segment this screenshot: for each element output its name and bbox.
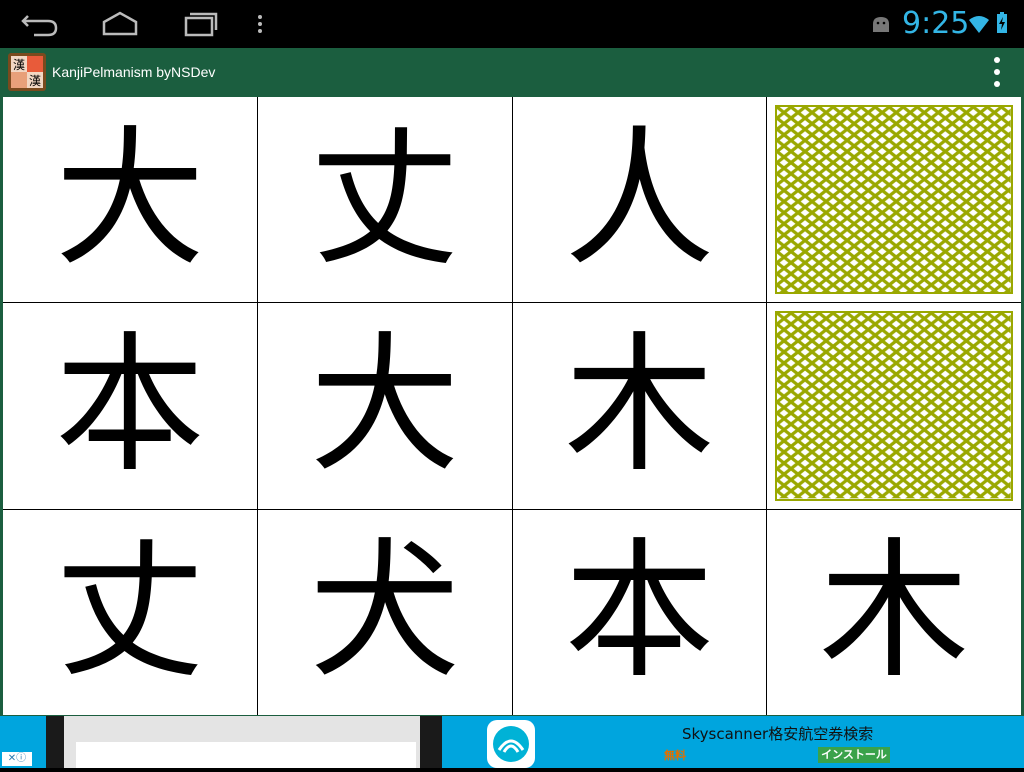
- app-logo-icon: 漢 漢: [8, 53, 46, 91]
- card-kanji: 大: [54, 112, 205, 287]
- ad-phone-screen-content: [76, 742, 416, 768]
- card[interactable]: 犬: [257, 509, 512, 715]
- card[interactable]: 本: [512, 509, 767, 715]
- card-kanji: 丈: [309, 112, 460, 287]
- wifi-icon: [968, 14, 990, 34]
- card[interactable]: 大: [257, 303, 512, 509]
- ad-choices-icon[interactable]: ✕ⓘ: [2, 752, 32, 766]
- card-kanji: 丈: [54, 525, 205, 700]
- menu-icon[interactable]: [246, 8, 286, 40]
- card-face-down[interactable]: [767, 303, 1021, 509]
- battery-icon: [996, 12, 1008, 34]
- overflow-menu-icon[interactable]: [984, 54, 1010, 90]
- card[interactable]: 本: [3, 303, 257, 509]
- card-kanji: 木: [564, 318, 715, 493]
- card[interactable]: 丈: [257, 97, 512, 303]
- android-icon: [870, 14, 892, 34]
- card[interactable]: 人: [512, 97, 767, 303]
- card-face-down[interactable]: [767, 97, 1021, 303]
- back-icon[interactable]: [20, 8, 60, 40]
- card-grid: 大 丈 人 本 大 木 丈 犬 本 木: [3, 97, 1021, 715]
- card-back-pattern: [775, 311, 1013, 501]
- card[interactable]: 丈: [3, 509, 257, 715]
- ad-title[interactable]: Skyscanner格安航空券検索: [682, 723, 873, 745]
- system-status-bar: 9:25: [0, 0, 1024, 48]
- card-kanji: 木: [819, 525, 970, 700]
- ad-price-label: 無料: [664, 749, 686, 762]
- card-back-pattern: [775, 105, 1013, 295]
- card-kanji: 人: [564, 112, 715, 287]
- app-logo-glyph: 漢: [13, 58, 25, 72]
- card[interactable]: 大: [3, 97, 257, 303]
- card-kanji: 犬: [309, 525, 460, 700]
- app-logo-glyph: 漢: [29, 74, 41, 88]
- skyscanner-logo-icon: [487, 720, 535, 768]
- card[interactable]: 木: [512, 303, 767, 509]
- card-kanji: 大: [309, 318, 460, 493]
- ad-install-button[interactable]: インストール: [818, 747, 890, 763]
- recent-apps-icon[interactable]: [180, 8, 220, 40]
- card-kanji: 本: [54, 318, 205, 493]
- clock-time: 9:25: [902, 6, 970, 41]
- card[interactable]: 木: [767, 509, 1021, 715]
- home-icon[interactable]: [100, 8, 140, 40]
- card-kanji: 本: [564, 525, 715, 700]
- app-title: KanjiPelmanism byNSDev: [52, 64, 216, 80]
